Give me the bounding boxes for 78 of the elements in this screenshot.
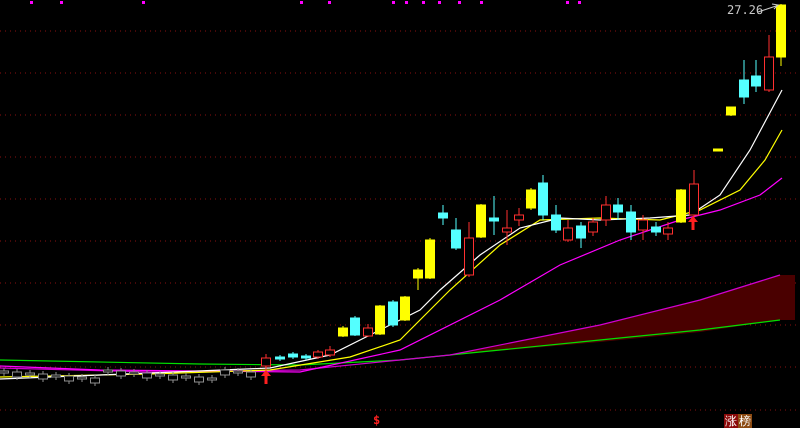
candlestick	[764, 34, 774, 92]
marker-icon	[30, 1, 33, 4]
candlestick	[489, 196, 499, 236]
candlestick	[168, 372, 178, 384]
candlestick	[651, 222, 661, 236]
rank-badge: 涨	[724, 414, 738, 428]
candlestick	[64, 372, 74, 384]
candlestick	[663, 222, 673, 240]
candlestick	[51, 372, 61, 380]
candlestick	[220, 366, 230, 378]
candlestick	[116, 368, 126, 380]
marker-icon	[578, 1, 581, 4]
signal-marker: $	[373, 414, 380, 426]
candlestick	[676, 188, 686, 224]
candlestick	[563, 220, 573, 242]
candlestick	[626, 204, 636, 240]
candlestick	[713, 148, 723, 152]
candlestick	[313, 350, 323, 360]
candlestick	[129, 368, 139, 378]
marker-icon	[405, 1, 408, 4]
candlestick	[301, 354, 311, 360]
candlestick	[726, 106, 736, 116]
up-arrow-icon	[688, 216, 698, 230]
candlestick	[90, 374, 100, 386]
candlestick	[350, 316, 360, 336]
candlestick	[338, 326, 348, 338]
candlestick	[776, 4, 786, 66]
candlestick	[588, 218, 598, 236]
candlestick	[77, 374, 87, 382]
candlestick	[476, 204, 486, 238]
marker-icon	[458, 1, 461, 4]
marker-icon	[142, 1, 145, 4]
candlestick	[275, 354, 285, 362]
candlestick	[613, 198, 623, 220]
candlestick	[739, 60, 749, 104]
marker-icon	[566, 1, 569, 4]
candlestick	[375, 304, 385, 336]
candlestick	[576, 222, 586, 248]
candlestick	[502, 210, 512, 246]
marker-icon	[60, 1, 63, 4]
candlestick	[638, 214, 648, 240]
candlestick	[464, 222, 474, 278]
candlestick	[413, 268, 423, 290]
candlestick	[207, 374, 217, 384]
candlestick	[689, 170, 699, 218]
candlestick	[526, 188, 536, 210]
candlestick	[538, 174, 548, 220]
candlestick	[12, 368, 22, 380]
candlestick	[181, 372, 191, 382]
candlestick	[601, 196, 611, 226]
price-label: 27.26	[727, 4, 764, 16]
marker-icon	[392, 1, 395, 4]
candlestick	[233, 368, 243, 376]
rank-badge: 榜	[738, 414, 752, 428]
candlestick	[451, 218, 461, 250]
marker-icon	[438, 1, 441, 4]
marker-icon	[300, 1, 303, 4]
candlestick	[246, 368, 256, 380]
candlestick	[751, 60, 761, 92]
candlestick	[288, 352, 298, 360]
candlestick	[25, 370, 35, 378]
marker-icon	[422, 1, 425, 4]
candlestick	[38, 370, 48, 382]
up-arrow-icon	[261, 370, 271, 384]
candlestick	[325, 346, 335, 358]
candlestick	[142, 370, 152, 382]
marker-icon	[480, 1, 483, 4]
candlestick	[363, 324, 373, 338]
candlestick	[155, 370, 165, 380]
candlestick	[438, 204, 448, 226]
candlestick	[514, 208, 524, 226]
candlestick	[194, 374, 204, 386]
candlestick	[551, 204, 561, 234]
candlestick	[388, 300, 398, 328]
candlestick	[425, 238, 435, 280]
candlestick	[400, 296, 410, 322]
marker-icon	[328, 1, 331, 4]
candlestick	[103, 366, 113, 376]
